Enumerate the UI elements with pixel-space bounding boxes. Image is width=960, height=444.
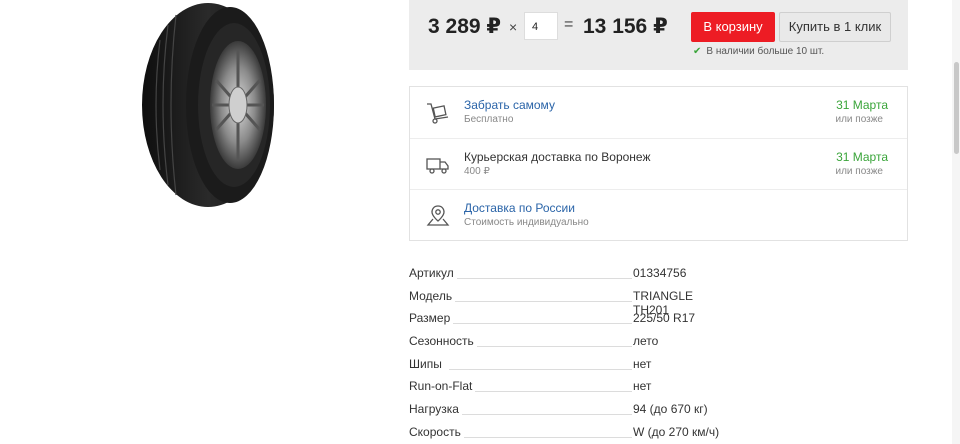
multiply-sign: × — [509, 19, 518, 35]
spec-key: Модель — [409, 288, 456, 303]
delivery-subtitle: Стоимость индивидуально — [464, 217, 589, 228]
delivery-option-pickup[interactable]: Забрать самому Бесплатно 31 Марта или по… — [410, 87, 907, 138]
delivery-date: 31 Марта — [836, 150, 888, 164]
tire-icon — [142, 3, 274, 207]
spec-key: Размер — [409, 311, 454, 326]
spec-value: 225/50 R17 — [633, 311, 696, 326]
check-icon: ✔ — [693, 46, 702, 57]
spec-value: W (до 270 км/ч) — [633, 424, 720, 439]
spec-value: нет — [633, 356, 652, 371]
delivery-subtitle: Бесплатно — [464, 114, 514, 125]
quantity-input[interactable]: 4 — [524, 12, 558, 40]
delivery-options: Забрать самому Бесплатно 31 Марта или по… — [409, 86, 908, 241]
spec-row: Артикул 01334756 — [409, 262, 729, 285]
leader-line — [449, 300, 632, 302]
delivery-option-russia[interactable]: Доставка по России Стоимость индивидуаль… — [410, 189, 907, 241]
spec-value: нет — [633, 379, 652, 394]
spec-key: Шипы — [409, 356, 445, 371]
total-price: 13 156 ₽ — [583, 15, 668, 38]
delivery-truck-icon — [426, 158, 449, 174]
scrollbar-thumb[interactable] — [954, 62, 959, 154]
leader-line — [449, 323, 632, 325]
leader-line — [449, 414, 632, 416]
stock-status: ✔ В наличии больше 10 шт. — [693, 46, 824, 57]
spec-row: Шипы нет — [409, 353, 729, 376]
leader-line — [449, 368, 632, 370]
delivery-date: 31 Марта — [836, 98, 888, 112]
spec-key: Нагрузка — [409, 402, 462, 417]
delivery-title: Курьерская доставка по Воронеж — [464, 150, 651, 164]
delivery-date-note: или позже — [835, 114, 884, 125]
spec-key: Артикул — [409, 266, 457, 280]
spec-row: Run-on-Flat нет — [409, 375, 729, 398]
spec-key: Скорость — [409, 424, 464, 439]
buy-one-click-button[interactable]: Купить в 1 клик — [779, 12, 891, 42]
spec-value: лето — [633, 334, 659, 349]
spec-key: Run-on-Flat — [409, 379, 476, 394]
price-panel: 3 289 ₽ × 4 = 13 156 ₽ В корзину Купить … — [409, 0, 908, 70]
delivery-date-note: или позже — [835, 166, 884, 177]
hand-truck-icon — [427, 103, 449, 124]
add-to-cart-button[interactable]: В корзину — [691, 12, 775, 42]
product-specs: Артикул 01334756 Модель TRIANGLE TH201 Р… — [409, 262, 729, 444]
spec-row: Размер 225/50 R17 — [409, 307, 729, 330]
delivery-option-courier[interactable]: Курьерская доставка по Воронеж 400 ₽ 31 … — [410, 138, 907, 190]
spec-value: 94 (до 670 кг) — [633, 402, 708, 417]
spec-row: Модель TRIANGLE TH201 — [409, 285, 729, 317]
delivery-subtitle: 400 ₽ — [464, 166, 490, 177]
stock-status-text: В наличии больше 10 шт. — [706, 46, 825, 57]
spec-row: Скорость W (до 270 км/ч) — [409, 421, 729, 444]
leader-line — [449, 436, 632, 438]
delivery-title[interactable]: Забрать самому — [464, 98, 555, 112]
unit-price: 3 289 ₽ — [428, 15, 501, 38]
spec-value: 01334756 — [633, 266, 687, 280]
leader-line — [449, 278, 632, 279]
leader-line — [449, 391, 632, 393]
spec-key: Сезонность — [409, 334, 477, 349]
spec-row: Сезонность лето — [409, 330, 729, 353]
equals-sign: = — [564, 16, 574, 33]
delivery-title[interactable]: Доставка по России — [464, 201, 575, 215]
spec-row: Нагрузка 94 (до 670 кг) — [409, 398, 729, 421]
map-pin-icon — [426, 205, 450, 226]
product-image[interactable] — [130, 0, 290, 212]
